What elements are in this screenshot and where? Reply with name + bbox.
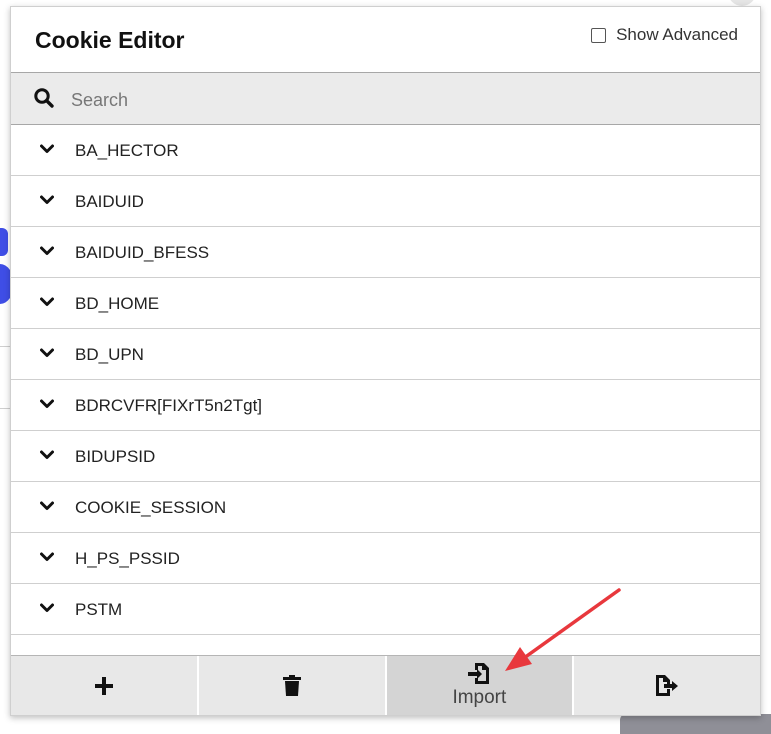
trash-icon — [283, 675, 301, 697]
chevron-down-icon[interactable] — [40, 144, 54, 154]
show-advanced-checkbox[interactable] — [591, 28, 606, 43]
cookie-name: BIDUPSID — [75, 447, 155, 467]
cookie-name: PSTM — [75, 600, 122, 620]
chevron-down-icon[interactable] — [40, 297, 54, 307]
chevron-down-icon[interactable] — [40, 501, 54, 511]
cookie-list: BA_HECTOR BAIDUID BAIDUID_BFESS BD_HOME BD_U… — [11, 125, 760, 657]
show-advanced-toggle[interactable]: Show Advanced — [591, 25, 738, 45]
cookie-name: BAIDUID_BFESS — [75, 243, 209, 263]
cookie-row[interactable]: BAIDUID — [11, 176, 760, 227]
background-shape — [0, 228, 8, 256]
cookie-row[interactable]: BAIDUID_BFESS — [11, 227, 760, 278]
cookie-name: BD_HOME — [75, 294, 159, 314]
cookie-row[interactable]: H_PS_PSSID — [11, 533, 760, 584]
show-advanced-label: Show Advanced — [616, 25, 738, 45]
cookie-name: BA_HECTOR — [75, 141, 179, 161]
cookie-row[interactable]: PSTM — [11, 584, 760, 635]
export-button[interactable] — [574, 656, 760, 715]
chevron-down-icon[interactable] — [40, 195, 54, 205]
cookie-row[interactable]: BD_UPN — [11, 329, 760, 380]
cookie-name: BDRCVFR[FIXrT5n2Tgt] — [75, 396, 262, 416]
cookie-editor-popup: Cookie Editor Show Advanced BA_HECTOR BAI… — [10, 6, 761, 716]
popup-title: Cookie Editor — [35, 27, 185, 54]
cookie-row[interactable]: BD_HOME — [11, 278, 760, 329]
plus-icon — [94, 676, 114, 696]
add-cookie-button[interactable] — [11, 656, 199, 715]
background-scrollbar — [620, 714, 771, 734]
cookie-row[interactable]: BA_HECTOR — [11, 125, 760, 176]
footer-toolbar: Import — [11, 655, 760, 715]
import-icon — [467, 663, 491, 685]
chevron-down-icon[interactable] — [40, 450, 54, 460]
chevron-down-icon[interactable] — [40, 399, 54, 409]
import-button[interactable]: Import — [387, 656, 575, 715]
header: Cookie Editor Show Advanced — [11, 7, 760, 72]
search-icon — [33, 87, 55, 109]
chevron-down-icon[interactable] — [40, 246, 54, 256]
cookie-name: BAIDUID — [75, 192, 144, 212]
cookie-row[interactable]: COOKIE_SESSION — [11, 482, 760, 533]
chevron-down-icon[interactable] — [40, 552, 54, 562]
cookie-name: COOKIE_SESSION — [75, 498, 226, 518]
import-label: Import — [452, 687, 506, 709]
search-input[interactable] — [69, 83, 713, 117]
delete-all-button[interactable] — [199, 656, 387, 715]
export-icon — [655, 675, 679, 697]
cookie-row[interactable]: BDRCVFR[FIXrT5n2Tgt] — [11, 380, 760, 431]
chevron-down-icon[interactable] — [40, 348, 54, 358]
cookie-name: H_PS_PSSID — [75, 549, 180, 569]
search-bar — [11, 72, 760, 125]
chevron-down-icon[interactable] — [40, 603, 54, 613]
cookie-row[interactable]: BIDUPSID — [11, 431, 760, 482]
cookie-name: BD_UPN — [75, 345, 144, 365]
